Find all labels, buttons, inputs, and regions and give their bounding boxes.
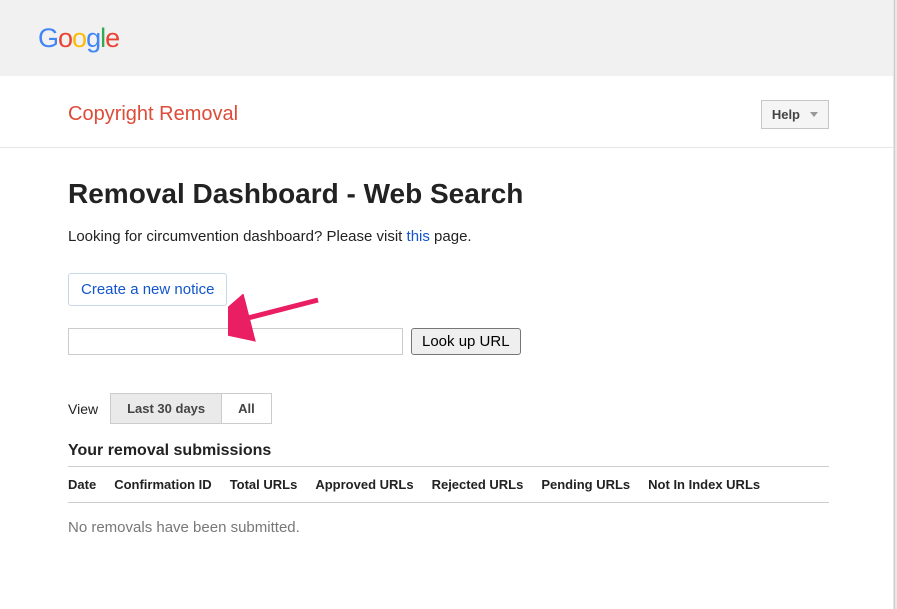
view-filter-row: View Last 30 days All <box>68 393 829 424</box>
submissions-heading: Your removal submissions <box>68 442 829 467</box>
tab-all[interactable]: All <box>222 393 272 424</box>
hint-text-before: Looking for circumvention dashboard? Ple… <box>68 228 407 245</box>
tab-last-30-days[interactable]: Last 30 days <box>110 393 222 424</box>
lookup-url-input[interactable] <box>68 328 403 355</box>
header-row: Copyright Removal Help <box>0 76 897 148</box>
chevron-down-icon <box>810 112 818 117</box>
empty-state-message: No removals have been submitted. <box>68 519 829 536</box>
lookup-row: Look up URL <box>68 328 829 355</box>
col-date: Date <box>68 477 96 492</box>
topbar: Google <box>0 0 897 76</box>
logo-letter: G <box>38 23 58 53</box>
col-approved-urls: Approved URLs <box>315 477 413 492</box>
lookup-url-button[interactable]: Look up URL <box>411 328 521 355</box>
help-label: Help <box>772 107 800 122</box>
hint-text-after: page. <box>430 228 472 245</box>
col-confirmation-id: Confirmation ID <box>114 477 212 492</box>
scrollbar-divider <box>894 0 895 609</box>
circumvention-link[interactable]: this <box>407 228 430 245</box>
help-dropdown-button[interactable]: Help <box>761 100 829 129</box>
col-total-urls: Total URLs <box>230 477 298 492</box>
logo-letter: o <box>58 23 72 53</box>
page-type-title: Copyright Removal <box>68 103 238 126</box>
google-logo: Google <box>38 23 119 54</box>
view-tabs: Last 30 days All <box>110 393 272 424</box>
col-not-in-index-urls: Not In Index URLs <box>648 477 760 492</box>
logo-letter: o <box>72 23 86 53</box>
col-rejected-urls: Rejected URLs <box>432 477 524 492</box>
page-title: Removal Dashboard - Web Search <box>68 178 829 210</box>
logo-letter: e <box>105 23 119 53</box>
create-new-notice-button[interactable]: Create a new notice <box>68 273 227 306</box>
main-content: Removal Dashboard - Web Search Looking f… <box>0 148 897 576</box>
col-pending-urls: Pending URLs <box>541 477 630 492</box>
circumvention-hint: Looking for circumvention dashboard? Ple… <box>68 228 829 245</box>
view-label: View <box>68 401 98 417</box>
logo-letter: g <box>86 23 100 53</box>
table-header-row: Date Confirmation ID Total URLs Approved… <box>68 477 829 503</box>
